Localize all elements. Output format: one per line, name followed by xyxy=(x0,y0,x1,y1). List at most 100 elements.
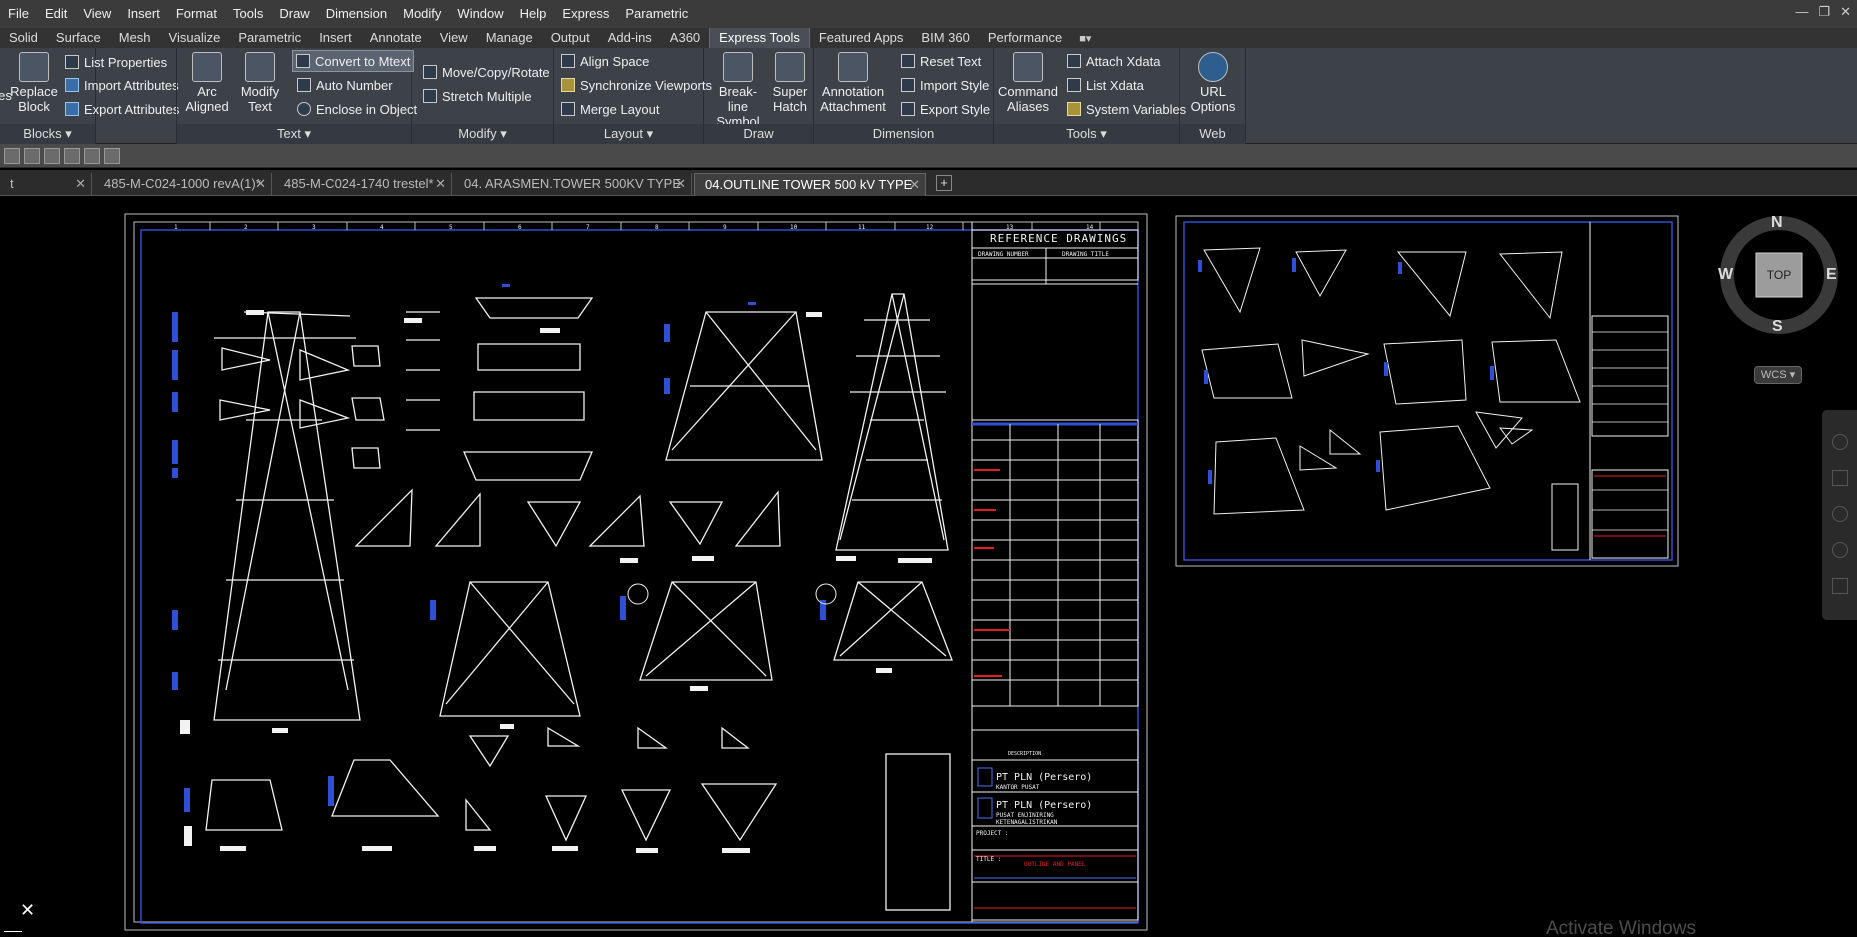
tab-view[interactable]: View xyxy=(431,28,477,48)
print-icon[interactable] xyxy=(44,147,60,164)
wcs-menu[interactable]: WCS ▾ xyxy=(1754,366,1802,384)
menu-dimension[interactable]: Dimension xyxy=(318,0,395,28)
panel-title-text[interactable]: Text ▾ xyxy=(177,124,411,144)
panel-title-tools[interactable]: Tools ▾ xyxy=(994,124,1179,144)
redo-icon[interactable] xyxy=(84,147,100,164)
menu-format[interactable]: Format xyxy=(168,0,225,28)
menu-tools[interactable]: Tools xyxy=(225,0,271,28)
panel-title-layout[interactable]: Layout ▾ xyxy=(554,124,703,144)
menu-file[interactable]: File xyxy=(0,0,37,28)
convert-to-mtext-button[interactable]: Convert to Mtext xyxy=(292,50,415,72)
doc-tab[interactable]: 485-M-C024-1740 trestel* ✕ xyxy=(274,173,452,196)
menu-edit[interactable]: Edit xyxy=(37,0,75,28)
zoom-icon[interactable] xyxy=(1832,506,1848,522)
stretch-multiple-icon xyxy=(423,89,437,103)
annotation-attachment-button[interactable]: Annotation Attachment xyxy=(820,52,886,114)
viewcube-south[interactable]: S xyxy=(1772,318,1783,336)
save-icon[interactable] xyxy=(4,147,20,164)
close-icon[interactable]: ✕ xyxy=(255,173,266,195)
command-aliases-button[interactable]: Command Aliases xyxy=(998,52,1058,114)
tab-manage[interactable]: Manage xyxy=(477,28,542,48)
tab-parametric[interactable]: Parametric xyxy=(229,28,310,48)
tower-right-full xyxy=(835,293,949,551)
synchronize-viewports-button[interactable]: Synchronize Viewports xyxy=(558,74,715,96)
viewcube-north[interactable]: N xyxy=(1771,214,1783,232)
menu-bar: File Edit View Insert Format Tools Draw … xyxy=(0,0,1857,28)
arc-aligned-button[interactable]: Arc Aligned xyxy=(185,52,229,114)
menu-modify[interactable]: Modify xyxy=(395,0,449,28)
super-hatch-button[interactable]: Super Hatch xyxy=(770,52,810,114)
pan-icon[interactable] xyxy=(1832,470,1848,486)
viewcube-top-face[interactable]: TOP xyxy=(1756,268,1802,282)
close-icon[interactable]: ✕ xyxy=(75,173,86,195)
url-options-button[interactable]: URL Options xyxy=(1188,52,1238,114)
tab-performance[interactable]: Performance xyxy=(979,28,1071,48)
menu-express[interactable]: Express xyxy=(554,0,617,28)
steering-wheel-icon[interactable] xyxy=(1832,434,1848,450)
move-copy-rotate-button[interactable]: Move/Copy/Rotate xyxy=(420,61,553,83)
align-space-button[interactable]: Align Space xyxy=(558,50,652,72)
showmotion-icon[interactable] xyxy=(1832,578,1848,594)
menu-help[interactable]: Help xyxy=(512,0,555,28)
stretch-multiple-button[interactable]: Stretch Multiple xyxy=(420,85,535,107)
new-tab-button[interactable]: + xyxy=(936,175,952,191)
tab-mesh[interactable]: Mesh xyxy=(110,28,160,48)
doc-tab[interactable]: 485-M-C024-1000 revA(1)* ✕ xyxy=(94,173,272,196)
tab-visualize[interactable]: Visualize xyxy=(160,28,230,48)
export-attributes-button[interactable]: Export Attributes xyxy=(62,98,182,120)
menu-window[interactable]: Window xyxy=(449,0,511,28)
open-icon[interactable] xyxy=(24,147,40,164)
export-style-button[interactable]: Export Style xyxy=(898,98,993,120)
modify-text-button[interactable]: Modify Text xyxy=(235,52,285,114)
merge-layout-icon xyxy=(561,102,575,116)
viewcube-east[interactable]: E xyxy=(1826,266,1837,284)
attach-xdata-button[interactable]: Attach Xdata xyxy=(1064,50,1163,72)
close-icon[interactable]: ✕ xyxy=(435,173,446,195)
system-variables-button[interactable]: System Variables xyxy=(1064,98,1189,120)
enclose-in-object-button[interactable]: Enclose in Object xyxy=(294,98,420,120)
tab-express-tools[interactable]: Express Tools xyxy=(709,28,810,48)
reference-drawings-title: REFERENCE DRAWINGS xyxy=(990,232,1128,245)
import-style-button[interactable]: Import Style xyxy=(898,74,992,96)
viewcube-west[interactable]: W xyxy=(1718,266,1733,284)
orbit-icon[interactable] xyxy=(1832,542,1848,558)
tab-insert[interactable]: Insert xyxy=(310,28,361,48)
merge-layout-button[interactable]: Merge Layout xyxy=(558,98,663,120)
auto-number-button[interactable]: Auto Number xyxy=(294,74,396,96)
tab-bim-360[interactable]: BIM 360 xyxy=(912,28,978,48)
tab-output[interactable]: Output xyxy=(542,28,599,48)
tab-annotate[interactable]: Annotate xyxy=(361,28,431,48)
enclose-in-object-icon xyxy=(297,102,311,116)
viewcube[interactable]: N S E W TOP xyxy=(1716,212,1842,338)
replace-block-button[interactable]: Replace Block xyxy=(10,52,58,114)
close-icon[interactable]: ✕ xyxy=(675,173,686,195)
import-attributes-button[interactable]: Import Attributes xyxy=(62,74,182,96)
close-icon[interactable]: ✕ xyxy=(909,174,920,196)
tab-add-ins[interactable]: Add-ins xyxy=(599,28,661,48)
project-label: PROJECT : xyxy=(976,830,1009,837)
panel-title-blocks[interactable]: Blocks ▾ xyxy=(0,124,95,144)
doc-tab[interactable]: t ✕ xyxy=(0,173,92,196)
break-line-symbol-button[interactable]: Break-line Symbol xyxy=(710,52,766,129)
restore-icon[interactable]: ❐ xyxy=(1818,4,1830,20)
list-properties-button[interactable]: List Properties xyxy=(62,51,170,73)
menu-parametric[interactable]: Parametric xyxy=(617,0,696,28)
minimize-icon[interactable]: — xyxy=(1795,4,1808,20)
tab-solid[interactable]: Solid xyxy=(0,28,47,48)
drawing-canvas[interactable]: REFERENCE DRAWINGS DRAWING NUMBER DRAWIN… xyxy=(0,196,1857,937)
menu-view[interactable]: View xyxy=(75,0,119,28)
workspace-icon[interactable] xyxy=(104,147,120,164)
doc-tab[interactable]: 04. ARASMEN.TOWER 500KV TYPE DD*✕ xyxy=(454,173,692,213)
tab-surface[interactable]: Surface xyxy=(47,28,110,48)
close-icon[interactable]: ✕ xyxy=(1840,4,1851,20)
undo-icon[interactable] xyxy=(64,147,80,164)
tab-a360[interactable]: A360 xyxy=(661,28,709,48)
menu-insert[interactable]: Insert xyxy=(119,0,168,28)
list-xdata-button[interactable]: List Xdata xyxy=(1064,74,1147,96)
panel-title-modify[interactable]: Modify ▾ xyxy=(412,124,553,144)
tab-featured-apps[interactable]: Featured Apps xyxy=(810,28,913,48)
ribbon-options-icon[interactable]: ■▾ xyxy=(1079,32,1091,45)
menu-draw[interactable]: Draw xyxy=(271,0,317,28)
reset-text-button[interactable]: Reset Text xyxy=(898,50,984,72)
doc-tab-active[interactable]: 04.OUTLINE TOWER 500 kV TYPE DD*✕ xyxy=(694,173,926,214)
